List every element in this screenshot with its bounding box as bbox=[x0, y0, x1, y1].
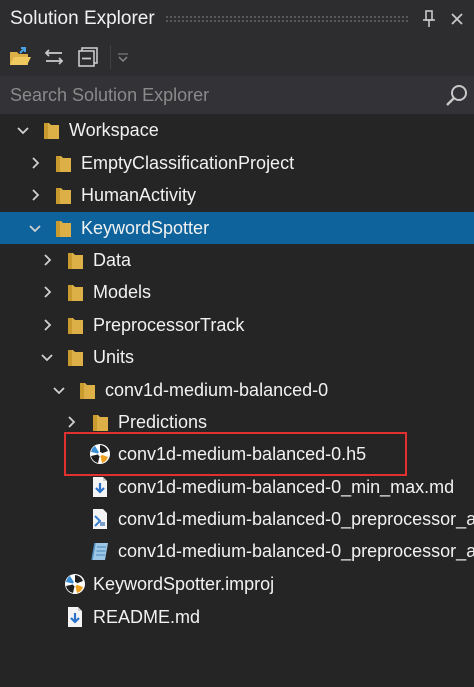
tree-item-label: KeywordSpotter bbox=[81, 218, 210, 238]
collapse-icon bbox=[78, 47, 98, 67]
pin-icon bbox=[423, 10, 435, 27]
chevron-right-icon[interactable] bbox=[26, 154, 44, 172]
tree-item[interactable]: conv1d-medium-balanced-0 bbox=[0, 374, 474, 406]
chevron-down-icon[interactable] bbox=[38, 348, 56, 366]
folder-icon bbox=[68, 285, 83, 301]
open-folder-button[interactable] bbox=[6, 43, 34, 71]
highlight-annotation bbox=[64, 432, 407, 476]
toolbar bbox=[0, 38, 474, 76]
title-bar: Solution Explorer bbox=[0, 0, 474, 38]
chevron-down-icon bbox=[118, 53, 128, 62]
tree-item-label: HumanActivity bbox=[81, 185, 197, 205]
search-box[interactable] bbox=[0, 75, 474, 115]
collapse-all-button[interactable] bbox=[74, 43, 102, 71]
markdown-file-icon bbox=[93, 477, 107, 497]
tree-item[interactable]: conv1d-medium-balanced-0_preprocessor_ar bbox=[0, 535, 474, 567]
tree-item-label: EmptyClassificationProject bbox=[81, 153, 295, 173]
sync-button[interactable] bbox=[40, 43, 68, 71]
panel-title: Solution Explorer bbox=[10, 8, 155, 29]
search-icon[interactable] bbox=[444, 82, 470, 108]
tree-item-label: Workspace bbox=[69, 120, 159, 140]
folder-icon bbox=[44, 123, 59, 139]
tree-item[interactable]: PreprocessorTrack bbox=[0, 309, 474, 341]
tree-item-label: Models bbox=[93, 282, 152, 302]
folder-open-icon bbox=[10, 47, 31, 65]
tree-item-label: conv1d-medium-balanced-0_preprocessor_ar bbox=[118, 509, 474, 529]
chevron-right-icon[interactable] bbox=[62, 413, 80, 431]
chevron-right-icon[interactable] bbox=[38, 316, 56, 334]
toolbar-separator bbox=[110, 45, 111, 69]
folder-icon bbox=[80, 383, 95, 399]
tree-item-label: Predictions bbox=[118, 412, 208, 432]
tree-item-label: conv1d-medium-balanced-0_preprocessor_ar bbox=[118, 541, 474, 561]
tree-item[interactable]: README.md bbox=[0, 601, 474, 633]
close-button[interactable] bbox=[446, 8, 468, 30]
tree-item-label: KeywordSpotter.improj bbox=[93, 574, 275, 594]
tree-item[interactable]: KeywordSpotter.improj bbox=[0, 568, 474, 600]
data-file-icon bbox=[91, 542, 108, 561]
chevron-right-icon[interactable] bbox=[38, 251, 56, 269]
tree-item-label: Units bbox=[93, 347, 135, 367]
chevron-right-icon[interactable] bbox=[26, 186, 44, 204]
chevron-right-icon[interactable] bbox=[38, 283, 56, 301]
folder-icon bbox=[68, 253, 83, 269]
tree-item[interactable]: conv1d-medium-balanced-0_preprocessor_ar bbox=[0, 503, 474, 535]
folder-icon bbox=[68, 350, 83, 366]
tree-item[interactable]: EmptyClassificationProject bbox=[0, 147, 474, 179]
pin-button[interactable] bbox=[418, 8, 440, 30]
tree-item[interactable]: KeywordSpotter bbox=[0, 212, 474, 244]
chevron-down-icon[interactable] bbox=[14, 121, 32, 139]
folder-icon bbox=[56, 188, 71, 204]
tree-item[interactable]: Units bbox=[0, 341, 474, 373]
model-file-icon bbox=[65, 574, 85, 594]
chevron-down-icon[interactable] bbox=[26, 219, 44, 237]
search-input[interactable] bbox=[0, 75, 444, 115]
close-icon bbox=[451, 13, 463, 25]
markdown-file-icon bbox=[68, 607, 82, 627]
chevron-down-icon[interactable] bbox=[50, 381, 68, 399]
tree-item[interactable]: Workspace bbox=[0, 114, 474, 146]
folder-icon bbox=[56, 156, 71, 172]
preprocessor-file-icon bbox=[93, 509, 107, 529]
tree-item-label: PreprocessorTrack bbox=[93, 315, 245, 335]
tree-item[interactable]: Models bbox=[0, 276, 474, 308]
title-grip[interactable] bbox=[164, 15, 408, 23]
tree-item[interactable]: Data bbox=[0, 244, 474, 276]
sync-arrows-icon bbox=[44, 49, 64, 65]
folder-icon bbox=[93, 415, 108, 431]
tree-item[interactable]: HumanActivity bbox=[0, 179, 474, 211]
folder-icon bbox=[68, 318, 83, 334]
folder-icon bbox=[56, 221, 71, 237]
tree-item-label: Data bbox=[93, 250, 132, 270]
more-options-button[interactable] bbox=[113, 43, 133, 71]
tree-item-label: conv1d-medium-balanced-0 bbox=[105, 380, 329, 400]
tree-item-label: README.md bbox=[93, 607, 201, 627]
tree-item-label: conv1d-medium-balanced-0_min_max.md bbox=[118, 477, 455, 497]
